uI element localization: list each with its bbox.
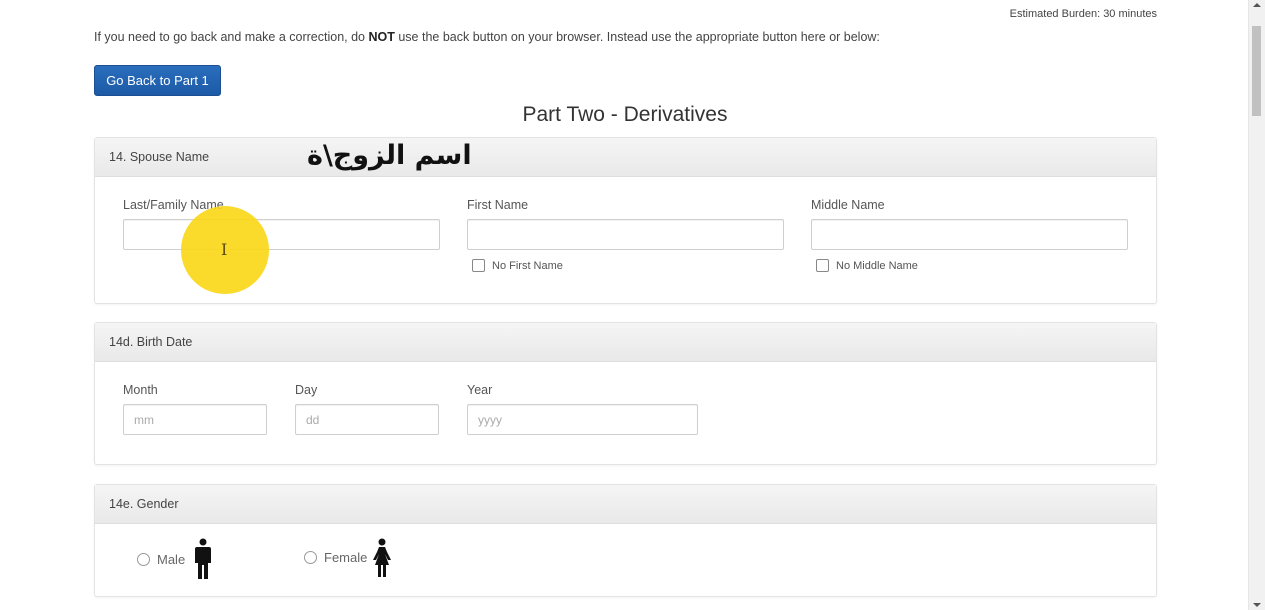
- no-first-name-checkbox[interactable]: No First Name: [472, 259, 563, 272]
- birth-date-heading: 14d. Birth Date: [109, 335, 193, 349]
- no-first-name-label: No First Name: [492, 259, 563, 272]
- first-name-input[interactable]: [467, 219, 784, 250]
- notice-text-end: use the back button on your browser. Ins…: [394, 30, 880, 44]
- page-title: Part Two - Derivatives: [522, 103, 728, 126]
- middle-name-label: Middle Name: [811, 198, 885, 212]
- male-label: Male: [157, 552, 186, 567]
- panel-heading: 14. Spouse Name اسم الزوج\ة: [95, 138, 1156, 177]
- panel-heading: 14e. Gender: [95, 485, 1156, 524]
- checkbox-box[interactable]: [472, 259, 485, 272]
- no-middle-name-label: No Middle Name: [836, 259, 918, 272]
- male-radio[interactable]: Male: [137, 552, 185, 567]
- text-cursor-icon: I: [221, 240, 228, 259]
- no-middle-name-checkbox[interactable]: No Middle Name: [816, 259, 918, 272]
- estimated-burden: Estimated Burden: 30 minutes: [1009, 8, 1157, 20]
- last-name-input[interactable]: [123, 219, 440, 250]
- notice-emphasis: NOT: [368, 30, 395, 44]
- first-name-label: First Name: [467, 198, 529, 212]
- notice-text: If you need to go back and make a correc…: [94, 30, 369, 44]
- radio-circle[interactable]: [304, 551, 317, 564]
- panel-heading: 14d. Birth Date: [95, 323, 1156, 362]
- gender-panel: 14e. Gender Male Female: [94, 484, 1157, 597]
- birth-date-panel: 14d. Birth Date Month Day Year: [94, 322, 1157, 465]
- female-radio[interactable]: Female: [304, 550, 367, 565]
- scroll-up-arrow-icon[interactable]: [1253, 3, 1261, 7]
- male-person-icon: [195, 538, 211, 579]
- year-input[interactable]: [467, 404, 698, 435]
- month-label: Month: [123, 383, 158, 397]
- month-input[interactable]: [123, 404, 267, 435]
- scroll-down-arrow-icon[interactable]: [1253, 603, 1261, 607]
- gender-heading: 14e. Gender: [109, 497, 179, 511]
- day-input[interactable]: [295, 404, 439, 435]
- radio-circle[interactable]: [137, 553, 150, 566]
- scrollbar-thumb[interactable]: [1252, 26, 1261, 116]
- year-label: Year: [467, 383, 493, 397]
- go-back-to-part-1-button[interactable]: Go Back to Part 1: [94, 65, 221, 96]
- day-label: Day: [295, 383, 318, 397]
- arabic-annotation: اسم الزوج\ة: [307, 140, 472, 171]
- spouse-name-heading: 14. Spouse Name: [109, 150, 210, 164]
- back-notice: If you need to go back and make a correc…: [94, 30, 880, 44]
- middle-name-input[interactable]: [811, 219, 1128, 250]
- female-label: Female: [324, 550, 368, 565]
- checkbox-box[interactable]: [816, 259, 829, 272]
- female-person-icon: [373, 538, 391, 577]
- vertical-scrollbar[interactable]: [1248, 0, 1265, 610]
